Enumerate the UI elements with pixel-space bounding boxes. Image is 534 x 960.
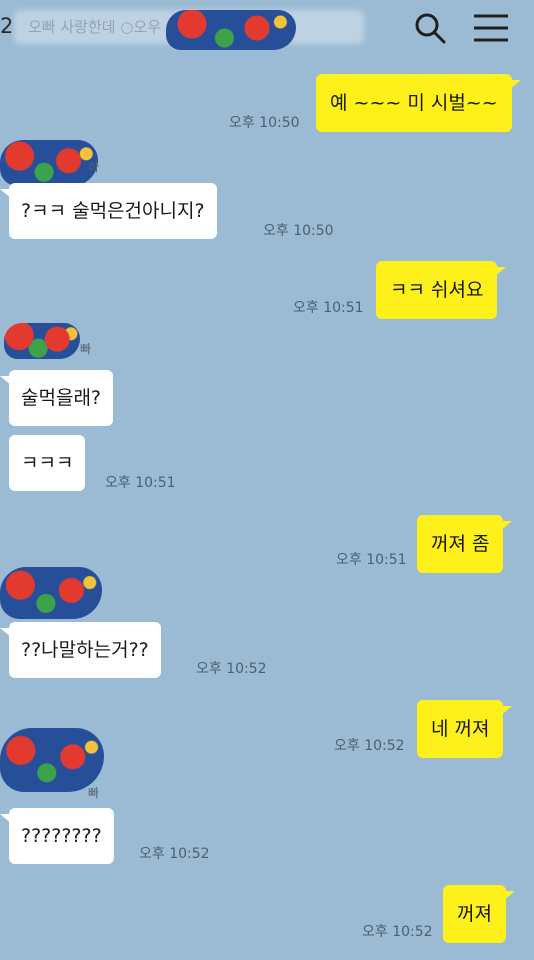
message-time: 오후 10:52 xyxy=(196,661,267,677)
message-time: 오후 10:50 xyxy=(263,223,334,239)
my-message-bubble[interactable]: 꺼져 좀 xyxy=(417,515,514,573)
message-time: 오후 10:51 xyxy=(336,552,407,568)
other-message-bubble[interactable]: ㅋㅋㅋ xyxy=(9,435,86,491)
chat-header: 2 오빠 사랑한데 ○오우 ○ ⊙가수 xyxy=(0,0,534,58)
profile-avatar-censored[interactable] xyxy=(0,567,102,619)
my-message-bubble[interactable]: 네 꺼져 xyxy=(417,700,514,758)
other-message-bubble[interactable]: ?ㅋㅋ 술먹은건아니지? xyxy=(0,183,217,239)
sender-name: 빠 xyxy=(80,342,92,356)
unread-count[interactable]: 2 xyxy=(0,14,13,38)
other-message-bubble[interactable]: ??나말하는거?? xyxy=(0,622,161,678)
message-time: 오후 10:52 xyxy=(139,846,210,862)
other-message-bubble[interactable]: 술먹을래? xyxy=(0,370,114,426)
censor-sticker xyxy=(166,10,296,50)
sender-name: 하 xyxy=(88,160,100,174)
message-time: 오후 10:52 xyxy=(334,738,405,754)
my-message-bubble[interactable]: ㅋㅋ 쉬셔요 xyxy=(376,261,507,319)
search-icon[interactable] xyxy=(412,10,448,46)
profile-avatar-censored[interactable] xyxy=(4,323,80,359)
other-message-bubble[interactable]: ???????? xyxy=(0,808,114,864)
profile-avatar-censored[interactable] xyxy=(0,728,104,792)
message-time: 오후 10:51 xyxy=(293,300,364,316)
my-message-bubble[interactable]: 예 ~~~ 미 시벌~~ xyxy=(316,74,521,132)
sender-name: 빠 xyxy=(88,786,100,800)
message-time: 오후 10:51 xyxy=(105,475,176,491)
message-time: 오후 10:50 xyxy=(229,115,300,131)
my-message-bubble[interactable]: 꺼져 xyxy=(443,885,515,943)
menu-icon[interactable] xyxy=(472,12,510,44)
profile-avatar-censored[interactable] xyxy=(0,140,98,186)
message-time: 오후 10:52 xyxy=(362,924,433,940)
